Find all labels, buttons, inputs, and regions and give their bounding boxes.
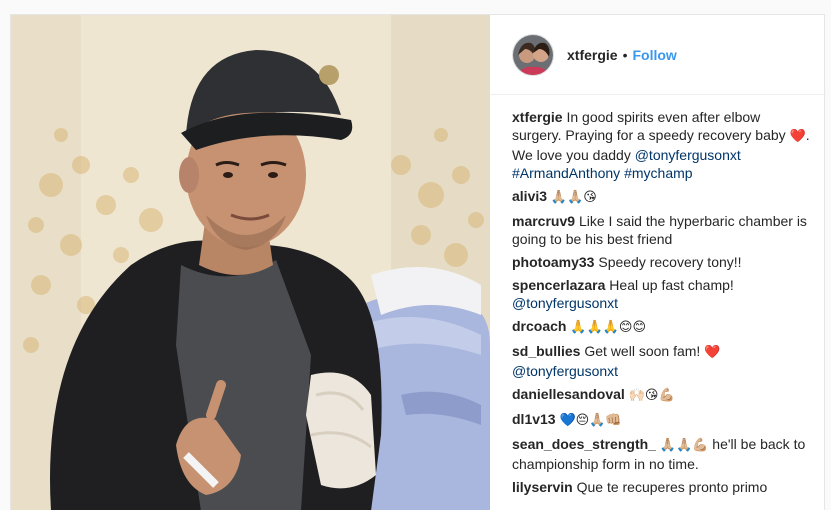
post-header: xtfergie • Follow	[490, 15, 826, 95]
comment: spencerlazara Heal up fast champ! @tonyf…	[512, 276, 812, 312]
comment-text: Speedy recovery tony!!	[598, 254, 742, 270]
header-username[interactable]: xtfergie	[567, 47, 618, 63]
post-photo[interactable]	[11, 15, 490, 510]
comment-username[interactable]: marcruv9	[512, 213, 575, 229]
comment-mention[interactable]: @tonyfergusonxt	[512, 295, 618, 311]
comment-username[interactable]: sean_does_strength_	[512, 436, 656, 452]
post-sidebar: xtfergie • Follow xtfergie In good spiri…	[490, 15, 826, 510]
heart-emoji: ❤️	[789, 129, 806, 144]
follow-button[interactable]: Follow	[632, 47, 676, 63]
comment: marcruv9 Like I said the hyperbaric cham…	[512, 212, 812, 248]
comments-list: xtfergie In good spirits even after elbo…	[512, 108, 812, 501]
comment-text: Get well soon fam!	[584, 343, 701, 359]
comment-username[interactable]: spencerlazara	[512, 277, 605, 293]
comment: dl1v13 💙😔🙏🏼👊🏼	[512, 410, 812, 430]
comment-username[interactable]: alivi3	[512, 188, 547, 204]
comment-username[interactable]: photoamy33	[512, 254, 594, 270]
comment: sean_does_strength_ 🙏🏼🙏🏼💪🏼 he'll be back…	[512, 435, 812, 473]
comment: sd_bullies Get well soon fam! ❤️ @tonyfe…	[512, 342, 812, 380]
comment-emoji: 🙏🏼🙏🏼💪🏼	[659, 438, 709, 453]
comment-username[interactable]: daniellesandoval	[512, 386, 625, 402]
instagram-post: xtfergie • Follow xtfergie In good spiri…	[10, 14, 826, 510]
comment-username[interactable]: dl1v13	[512, 411, 556, 427]
avatar[interactable]	[512, 33, 554, 76]
caption-hashtag[interactable]: #mychamp	[624, 165, 692, 181]
comment: daniellesandoval 🙌🏻😘💪🏼	[512, 385, 812, 405]
comment-mention[interactable]: @tonyfergusonxt	[512, 363, 618, 379]
comment: lilyservin Que te recuperes pronto primo	[512, 478, 812, 496]
comment-emoji: 🙌🏻😘💪🏼	[628, 388, 675, 403]
comment-username[interactable]: lilyservin	[512, 479, 573, 495]
comment: alivi3 🙏🏼🙏🏼😘	[512, 187, 812, 207]
caption-username[interactable]: xtfergie	[512, 109, 563, 125]
avatar-image	[513, 34, 553, 75]
comment-username[interactable]: drcoach	[512, 318, 566, 334]
caption: xtfergie In good spirits even after elbo…	[512, 108, 812, 182]
comment-emoji: 🙏🙏🙏😊😊	[570, 320, 647, 335]
header-separator: •	[622, 46, 628, 63]
heart-emoji: ❤️	[704, 345, 721, 360]
post-photo-illustration	[11, 15, 490, 510]
comment: photoamy33 Speedy recovery tony!!	[512, 253, 812, 271]
comment-text: Que te recuperes pronto primo	[576, 479, 768, 495]
caption-hashtag[interactable]: #ArmandAnthony	[512, 165, 620, 181]
comment-text: Heal up fast champ!	[609, 277, 734, 293]
comment-username[interactable]: sd_bullies	[512, 343, 580, 359]
comment-emoji: 🙏🏼🙏🏼😘	[550, 190, 597, 205]
comment-emoji: 💙😔🙏🏼👊🏼	[559, 413, 622, 428]
caption-mention[interactable]: @tonyfergusonxt	[635, 147, 741, 163]
comment: drcoach 🙏🙏🙏😊😊	[512, 317, 812, 337]
